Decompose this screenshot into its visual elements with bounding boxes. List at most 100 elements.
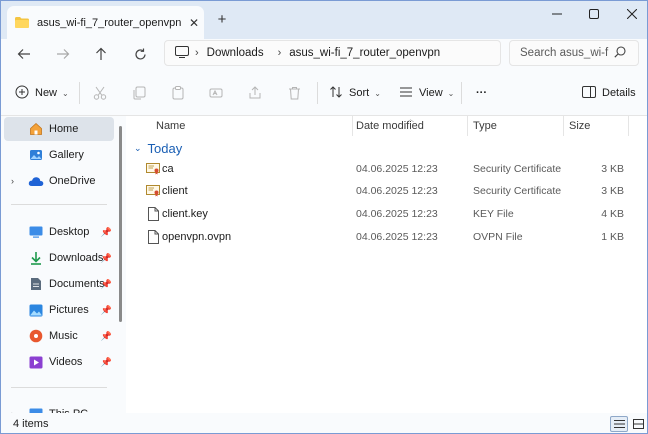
sidebar-item-onedrive[interactable]: › OneDrive [4,169,114,193]
pin-icon[interactable]: 📌 [101,253,112,264]
sidebar-item-videos[interactable]: Videos 📌 [4,350,114,374]
chevron-right-icon[interactable]: › [195,47,199,59]
group-header-today[interactable]: ⌄ Today [134,138,182,158]
table-row[interactable]: client 04.06.2025 12:23 Security Certifi… [142,180,642,202]
pin-icon[interactable]: 📌 [101,279,112,290]
new-tab-button[interactable]: + [214,11,230,29]
onedrive-icon [28,173,44,189]
scissors-icon [93,86,107,100]
file-name: openvpn.ovpn [162,231,232,243]
table-row[interactable]: openvpn.ovpn 04.06.2025 12:23 OVPN File … [142,226,642,248]
file-date: 04.06.2025 12:23 [356,208,438,220]
title-bar: asus_wi-fi_7_router_openvpn ✕ + [1,1,647,39]
close-window-button[interactable] [609,1,647,27]
sidebar-item-pictures[interactable]: Pictures 📌 [4,298,114,322]
search-input[interactable]: Search asus_wi-f [509,40,639,66]
more-options-button[interactable]: ··· [476,84,487,102]
videos-icon [28,354,44,370]
command-bar: New ⌄ Sort ⌄ View ⌄ ··· Details [1,68,647,116]
up-button[interactable] [90,43,112,65]
search-icon [614,45,632,61]
share-button[interactable] [248,84,262,102]
rename-button[interactable] [209,84,223,102]
navigation-pane: Home Gallery › OneDrive Desktop 📌 Downlo… [1,116,126,420]
sort-icon [329,85,343,102]
paste-button[interactable] [171,84,185,102]
sidebar-item-label: Documents [49,278,105,290]
sidebar-item-desktop[interactable]: Desktop 📌 [4,220,114,244]
pictures-icon [28,302,44,318]
sidebar-item-music[interactable]: Music 📌 [4,324,114,348]
file-type: OVPN File [473,231,523,243]
file-icon [146,229,160,245]
view-list-icon [399,86,413,101]
folder-icon [15,17,29,28]
file-name: ca [162,163,174,175]
sidebar-item-home[interactable]: Home [4,117,114,141]
breadcrumb-current-folder[interactable]: asus_wi-fi_7_router_openvpn [289,47,440,59]
pin-icon[interactable]: 📌 [101,305,112,316]
delete-button[interactable] [288,84,301,102]
file-size: 3 KB [601,163,624,175]
tab-active[interactable]: asus_wi-fi_7_router_openvpn ✕ [7,6,204,39]
sidebar-item-label: Desktop [49,226,90,238]
sidebar-divider [11,204,107,205]
share-icon [249,86,261,99]
chevron-right-icon[interactable]: › [11,176,14,186]
column-divider[interactable] [352,116,353,136]
details-view-button[interactable] [610,416,628,432]
sidebar-item-downloads[interactable]: Downloads 📌 [4,246,114,270]
clipboard-icon [172,86,184,100]
refresh-button[interactable] [129,43,151,65]
item-count: 4 items [13,418,49,430]
refresh-icon [134,48,146,60]
pin-icon[interactable]: 📌 [101,357,112,368]
column-header-type[interactable]: Type [473,116,497,136]
copy-button[interactable] [132,84,146,102]
table-row[interactable]: ca 04.06.2025 12:23 Security Certificate… [142,158,642,180]
sidebar-item-label: Videos [49,356,83,368]
pin-icon[interactable]: 📌 [101,331,112,342]
column-header-name[interactable]: Name [156,116,185,136]
sidebar-item-documents[interactable]: Documents 📌 [4,272,114,296]
details-pane-icon [582,85,596,101]
documents-icon [28,276,44,292]
file-type: KEY File [473,208,514,220]
chevron-right-icon[interactable]: › [278,47,282,59]
pin-icon[interactable]: 📌 [101,227,112,238]
column-divider[interactable] [563,116,564,136]
view-button[interactable]: View ⌄ [399,84,454,102]
details-label: Details [602,87,636,99]
column-divider[interactable] [628,116,629,136]
toolbar-divider [317,82,318,104]
toolbar-divider [461,82,462,104]
tab-close-icon[interactable]: ✕ [184,16,204,30]
breadcrumb-downloads[interactable]: Downloads [207,47,264,59]
arrow-right-icon [57,49,70,59]
sort-label: Sort [349,87,370,99]
sort-button[interactable]: Sort ⌄ [329,84,381,102]
column-header-size[interactable]: Size [569,116,590,136]
details-pane-button[interactable]: Details [582,84,636,102]
address-bar[interactable]: › Downloads › asus_wi-fi_7_router_openvp… [164,40,501,66]
table-row[interactable]: client.key 04.06.2025 12:23 KEY File 4 K… [142,203,642,225]
forward-button[interactable] [52,43,74,65]
new-button[interactable]: New ⌄ [15,84,69,102]
column-divider[interactable] [467,116,468,136]
sidebar-item-label: OneDrive [49,175,96,187]
tiles-view-icon [632,419,644,429]
arrow-left-icon [17,49,30,59]
file-size: 1 KB [601,231,624,243]
address-row: › Downloads › asus_wi-fi_7_router_openvp… [1,39,647,68]
tab-title: asus_wi-fi_7_router_openvpn [37,16,182,29]
column-header-date[interactable]: Date modified [356,116,424,136]
tiles-view-button[interactable] [629,416,647,432]
file-date: 04.06.2025 12:23 [356,185,438,197]
certificate-icon [146,161,160,177]
back-button[interactable] [13,43,35,65]
search-placeholder: Search asus_wi-f [520,47,609,59]
cut-button[interactable] [93,84,107,102]
sidebar-scrollbar[interactable] [119,126,122,322]
sidebar-item-gallery[interactable]: Gallery [4,143,114,167]
file-explorer-window: asus_wi-fi_7_router_openvpn ✕ + › Downlo… [0,0,648,434]
